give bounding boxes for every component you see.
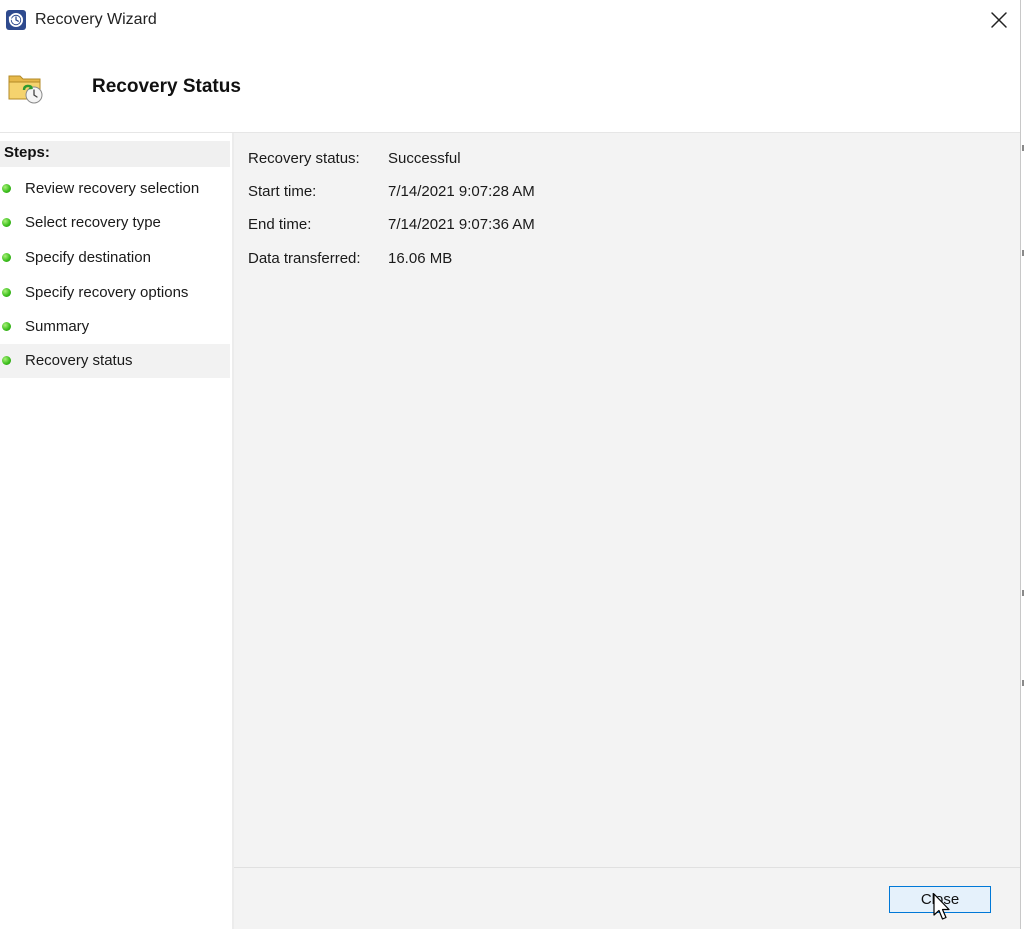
- step-summary: Summary: [0, 310, 230, 344]
- wizard-header: Recovery Status: [0, 42, 1020, 132]
- step-label: Recovery status: [25, 352, 133, 369]
- clock-backup-icon: [6, 10, 26, 30]
- steps-heading: Steps:: [4, 144, 50, 161]
- data-transferred-value: 16.06 MB: [388, 250, 453, 267]
- step-review-recovery-selection: Review recovery selection: [0, 172, 230, 206]
- recovery-status-content: Recovery status: Successful Start time: …: [234, 133, 1020, 867]
- start-time-label: Start time:: [248, 183, 317, 200]
- recovery-status-value: Successful: [388, 150, 461, 167]
- close-icon[interactable]: [986, 8, 1012, 34]
- recovery-status-label: Recovery status:: [248, 150, 360, 167]
- step-complete-icon: [2, 253, 11, 262]
- step-specify-destination: Specify destination: [0, 241, 230, 275]
- step-complete-icon: [2, 288, 11, 297]
- step-complete-icon: [2, 322, 11, 331]
- data-transferred-label: Data transferred:: [248, 250, 361, 267]
- title-bar: Recovery Wizard: [0, 0, 1020, 42]
- close-button[interactable]: Close: [889, 886, 991, 913]
- recovery-wizard-window: Recovery Wizard Recovery Status Steps: R…: [0, 0, 1021, 929]
- end-time-label: End time:: [248, 216, 312, 233]
- step-complete-icon: [2, 184, 11, 193]
- end-time-value: 7/14/2021 9:07:36 AM: [388, 216, 535, 233]
- step-complete-icon: [2, 218, 11, 227]
- window-title: Recovery Wizard: [35, 11, 157, 28]
- step-label: Review recovery selection: [25, 180, 200, 197]
- step-label: Summary: [25, 318, 90, 335]
- step-complete-icon: [2, 356, 11, 365]
- step-label: Select recovery type: [25, 214, 161, 231]
- step-label: Specify recovery options: [25, 284, 189, 301]
- steps-panel: Steps: Review recovery selection Select …: [0, 133, 232, 929]
- step-recovery-status: Recovery status: [0, 344, 230, 378]
- wizard-footer: Close: [234, 868, 1020, 929]
- folder-recovery-icon: [6, 66, 46, 106]
- step-specify-recovery-options: Specify recovery options: [0, 276, 230, 310]
- step-select-recovery-type: Select recovery type: [0, 206, 230, 240]
- steps-heading-bar: Steps:: [0, 141, 230, 167]
- start-time-value: 7/14/2021 9:07:28 AM: [388, 183, 535, 200]
- page-title: Recovery Status: [92, 76, 241, 97]
- step-label: Specify destination: [25, 249, 151, 266]
